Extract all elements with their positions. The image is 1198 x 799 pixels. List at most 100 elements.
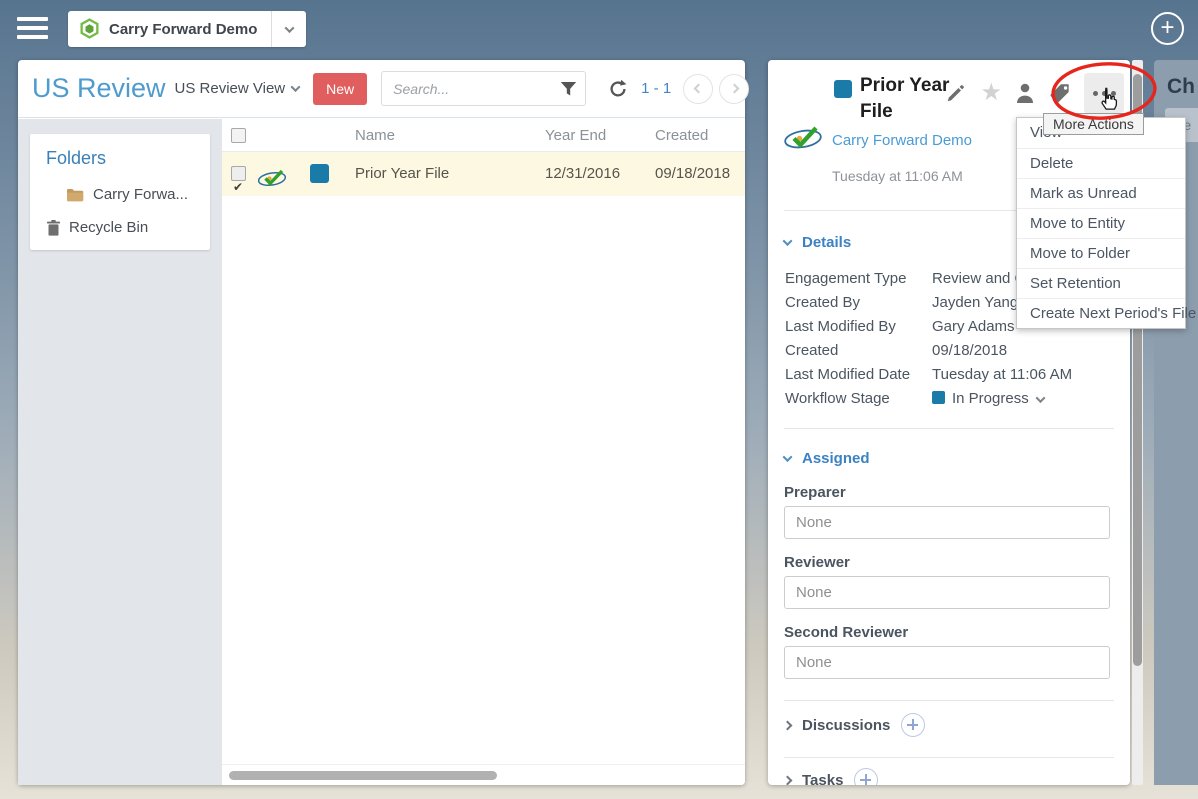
detail-timestamp: Tuesday at 11:06 AM xyxy=(832,168,963,184)
field-value: Jayden Yang xyxy=(932,294,1018,311)
detail-toolbar: ★ xyxy=(945,73,1124,113)
year-end-cell: 12/31/2016 xyxy=(545,152,620,196)
folders-heading: Folders xyxy=(46,148,210,169)
sidebar-item-recycle-bin[interactable]: Recycle Bin xyxy=(30,213,210,236)
favorite-star-icon[interactable]: ★ xyxy=(980,82,1002,104)
discussions-section-toggle[interactable]: Discussions xyxy=(784,713,925,737)
menu-item-delete[interactable]: Delete xyxy=(1017,148,1185,178)
field-value: Review and C xyxy=(932,270,1025,287)
reviewer-label: Reviewer xyxy=(784,554,850,571)
row-checkbox[interactable] xyxy=(231,166,246,181)
assigned-section: Assigned Preparer Reviewer Second Review… xyxy=(784,450,1114,467)
field-label: Workflow Stage xyxy=(785,390,890,407)
entity-dropdown-button[interactable] xyxy=(272,11,306,47)
chevron-right-icon xyxy=(783,775,793,785)
file-status-square xyxy=(834,80,852,98)
file-list-panel: US Review US Review View New 1 - 1 xyxy=(18,60,745,785)
chevron-right-icon xyxy=(729,84,739,94)
chevron-down-icon xyxy=(284,23,294,33)
divider xyxy=(784,700,1114,701)
view-selector-label: US Review View xyxy=(175,80,286,97)
search-input[interactable] xyxy=(382,81,551,97)
entity-selector-main[interactable]: Carry Forward Demo xyxy=(68,11,271,47)
next-page-button[interactable] xyxy=(719,74,749,104)
column-header-created[interactable]: Created xyxy=(655,119,708,152)
horizontal-scrollbar-thumb[interactable] xyxy=(229,771,497,780)
list-body: Folders Carry Forwa... Recycle Bin xyxy=(18,119,745,785)
assigned-heading: Assigned xyxy=(802,450,870,467)
folders-card: Folders Carry Forwa... Recycle Bin xyxy=(30,134,210,250)
entity-selector[interactable]: Carry Forward Demo xyxy=(68,11,306,47)
recycle-bin-label: Recycle Bin xyxy=(69,219,148,236)
folder-item[interactable]: Carry Forwa... xyxy=(30,181,210,213)
folders-sidebar: Folders Carry Forwa... Recycle Bin xyxy=(18,119,222,785)
file-table: Name Year End Created Prior Year File 12… xyxy=(222,119,745,785)
tag-button[interactable] xyxy=(1048,82,1071,105)
preparer-field[interactable] xyxy=(784,506,1110,539)
details-heading: Details xyxy=(802,234,851,251)
chevron-down-icon xyxy=(783,236,793,246)
new-button[interactable]: New xyxy=(313,73,367,105)
assign-user-button[interactable] xyxy=(1015,82,1035,104)
table-row[interactable]: Prior Year File 12/31/2016 09/18/2018 xyxy=(222,152,745,196)
person-icon xyxy=(1015,82,1035,104)
menu-item-set-retention[interactable]: Set Retention xyxy=(1017,268,1185,298)
chevron-down-icon xyxy=(291,82,301,92)
created-cell: 09/18/2018 xyxy=(655,152,730,196)
add-task-button[interactable] xyxy=(854,768,878,785)
add-discussion-button[interactable] xyxy=(901,713,925,737)
second-reviewer-field[interactable] xyxy=(784,646,1110,679)
in-progress-status-icon xyxy=(932,391,945,404)
view-selector[interactable]: US Review View xyxy=(175,80,300,97)
select-all-checkbox[interactable] xyxy=(231,128,246,143)
search-box xyxy=(381,71,586,106)
pagination-count: 1 - 1 xyxy=(641,80,671,97)
add-button[interactable]: + xyxy=(1151,12,1184,45)
menu-item-mark-as-unread[interactable]: Mark as Unread xyxy=(1017,178,1185,208)
column-header-year-end[interactable]: Year End xyxy=(545,119,606,152)
list-header: US Review US Review View New 1 - 1 xyxy=(18,60,745,118)
menu-item-create-next-periods-file[interactable]: Create Next Period's File xyxy=(1017,298,1185,328)
edge-panel-heading: Ch xyxy=(1167,75,1195,99)
reviewer-field[interactable] xyxy=(784,576,1110,609)
entity-hexagon-icon xyxy=(79,18,100,40)
entity-link[interactable]: Carry Forward Demo xyxy=(832,132,972,149)
entity-label: Carry Forward Demo xyxy=(109,21,257,38)
tasks-label: Tasks xyxy=(802,772,843,786)
top-bar: Carry Forward Demo + xyxy=(0,0,1198,58)
hamburger-menu-icon[interactable] xyxy=(17,17,48,41)
field-label: Engagement Type xyxy=(785,270,906,287)
folder-icon xyxy=(66,188,84,202)
tag-icon xyxy=(1048,82,1071,105)
discussions-label: Discussions xyxy=(802,717,890,734)
workflow-stage-dropdown[interactable]: In Progress xyxy=(932,390,1044,407)
divider xyxy=(784,428,1114,429)
edit-button[interactable] xyxy=(945,82,967,104)
menu-item-move-to-folder[interactable]: Move to Folder xyxy=(1017,238,1185,268)
chevron-down-icon xyxy=(1035,393,1045,403)
refresh-button[interactable] xyxy=(608,79,628,99)
column-header-name[interactable]: Name xyxy=(355,119,395,152)
divider xyxy=(784,757,1114,758)
more-actions-menu: View Delete Mark as Unread Move to Entit… xyxy=(1016,117,1186,329)
folder-item-label: Carry Forwa... xyxy=(93,186,188,203)
field-label: Created xyxy=(785,342,838,359)
horizontal-scrollbar xyxy=(222,764,745,785)
previous-page-button[interactable] xyxy=(683,74,713,104)
file-app-logo-icon xyxy=(782,122,824,157)
more-actions-tooltip: More Actions xyxy=(1043,113,1144,135)
preparer-label: Preparer xyxy=(784,484,846,501)
filter-funnel-icon xyxy=(560,81,577,97)
menu-item-move-to-entity[interactable]: Move to Entity xyxy=(1017,208,1185,238)
file-name-cell[interactable]: Prior Year File xyxy=(355,152,449,196)
chevron-right-icon xyxy=(783,720,793,730)
pager xyxy=(683,74,749,104)
field-value: Tuesday at 11:06 AM xyxy=(932,366,1072,383)
ellipsis-icon xyxy=(1093,91,1098,96)
assigned-section-toggle[interactable]: Assigned xyxy=(784,450,1114,467)
filter-button[interactable] xyxy=(551,81,585,97)
file-app-logo-icon xyxy=(256,163,288,207)
file-status-square xyxy=(310,164,329,183)
tasks-section-toggle[interactable]: Tasks xyxy=(784,768,878,785)
more-actions-button[interactable] xyxy=(1084,73,1124,113)
